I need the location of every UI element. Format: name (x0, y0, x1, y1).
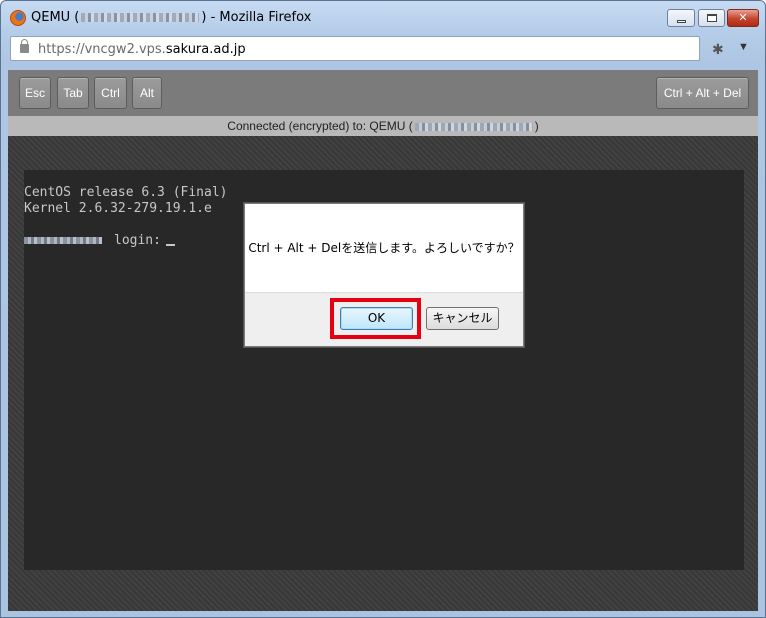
status-prefix: Connected (encrypted) to: QEMU ( (227, 119, 413, 133)
dialog-footer: OK キャンセル (245, 292, 523, 346)
redacted-hostname (81, 13, 200, 22)
minimize-icon (677, 20, 686, 23)
ctrl-alt-del-button[interactable]: Ctrl + Alt + Del (656, 77, 749, 109)
title-prefix: QEMU ( (31, 10, 80, 25)
url-bar[interactable]: https://vncgw2.vps.sakura.ad.jp (10, 36, 700, 61)
terminal-line: CentOS release 6.3 (Final) (24, 185, 228, 200)
connection-status: Connected (encrypted) to: QEMU () (8, 116, 758, 136)
title-bar: QEMU ( ) - Mozilla Firefox ✕ (1, 1, 765, 34)
esc-key-button[interactable]: Esc (19, 77, 51, 109)
url-text: https://vncgw2.vps.sakura.ad.jp (38, 42, 246, 57)
login-prompt: login: (114, 233, 161, 248)
alt-key-button[interactable]: Alt (132, 77, 162, 109)
login-line: login: (24, 233, 175, 248)
title-suffix: ) - Mozilla Firefox (201, 10, 312, 25)
redacted-hostname (24, 237, 102, 244)
close-icon: ✕ (738, 12, 748, 24)
close-button[interactable]: ✕ (727, 9, 759, 27)
dialog-message: Ctrl + Alt + Delを送信します。よろしいですか？ (248, 241, 520, 255)
maximize-button[interactable] (698, 9, 725, 27)
cursor (165, 244, 175, 246)
status-suffix: ) (534, 119, 539, 133)
key-toolbar: Esc Tab Ctrl Alt Ctrl + Alt + Del (8, 70, 758, 116)
cancel-button[interactable]: キャンセル (426, 307, 499, 330)
ok-button[interactable]: OK (340, 307, 413, 330)
firefox-icon (10, 10, 26, 26)
url-domain: sakura.ad.jp (165, 42, 246, 57)
chevron-down-icon[interactable]: ▼ (738, 41, 749, 53)
lock-icon (20, 39, 29, 53)
maximize-icon (707, 14, 717, 22)
window-title: QEMU ( ) - Mozilla Firefox (31, 10, 311, 25)
minimize-button[interactable] (667, 9, 695, 27)
url-path: https://vncgw2.vps. (38, 42, 166, 57)
ctrl-key-button[interactable]: Ctrl (94, 77, 127, 109)
redacted-host (414, 122, 533, 131)
confirm-dialog: Ctrl + Alt + Delを送信します。よろしいですか？ OK キャンセル (244, 203, 524, 347)
tab-key-button[interactable]: Tab (57, 77, 89, 109)
browser-window: QEMU ( ) - Mozilla Firefox ✕ https://vncg… (0, 0, 766, 618)
addon-icon[interactable]: ✱ (712, 41, 724, 58)
terminal-line: Kernel 2.6.32-279.19.1.e (24, 201, 212, 216)
